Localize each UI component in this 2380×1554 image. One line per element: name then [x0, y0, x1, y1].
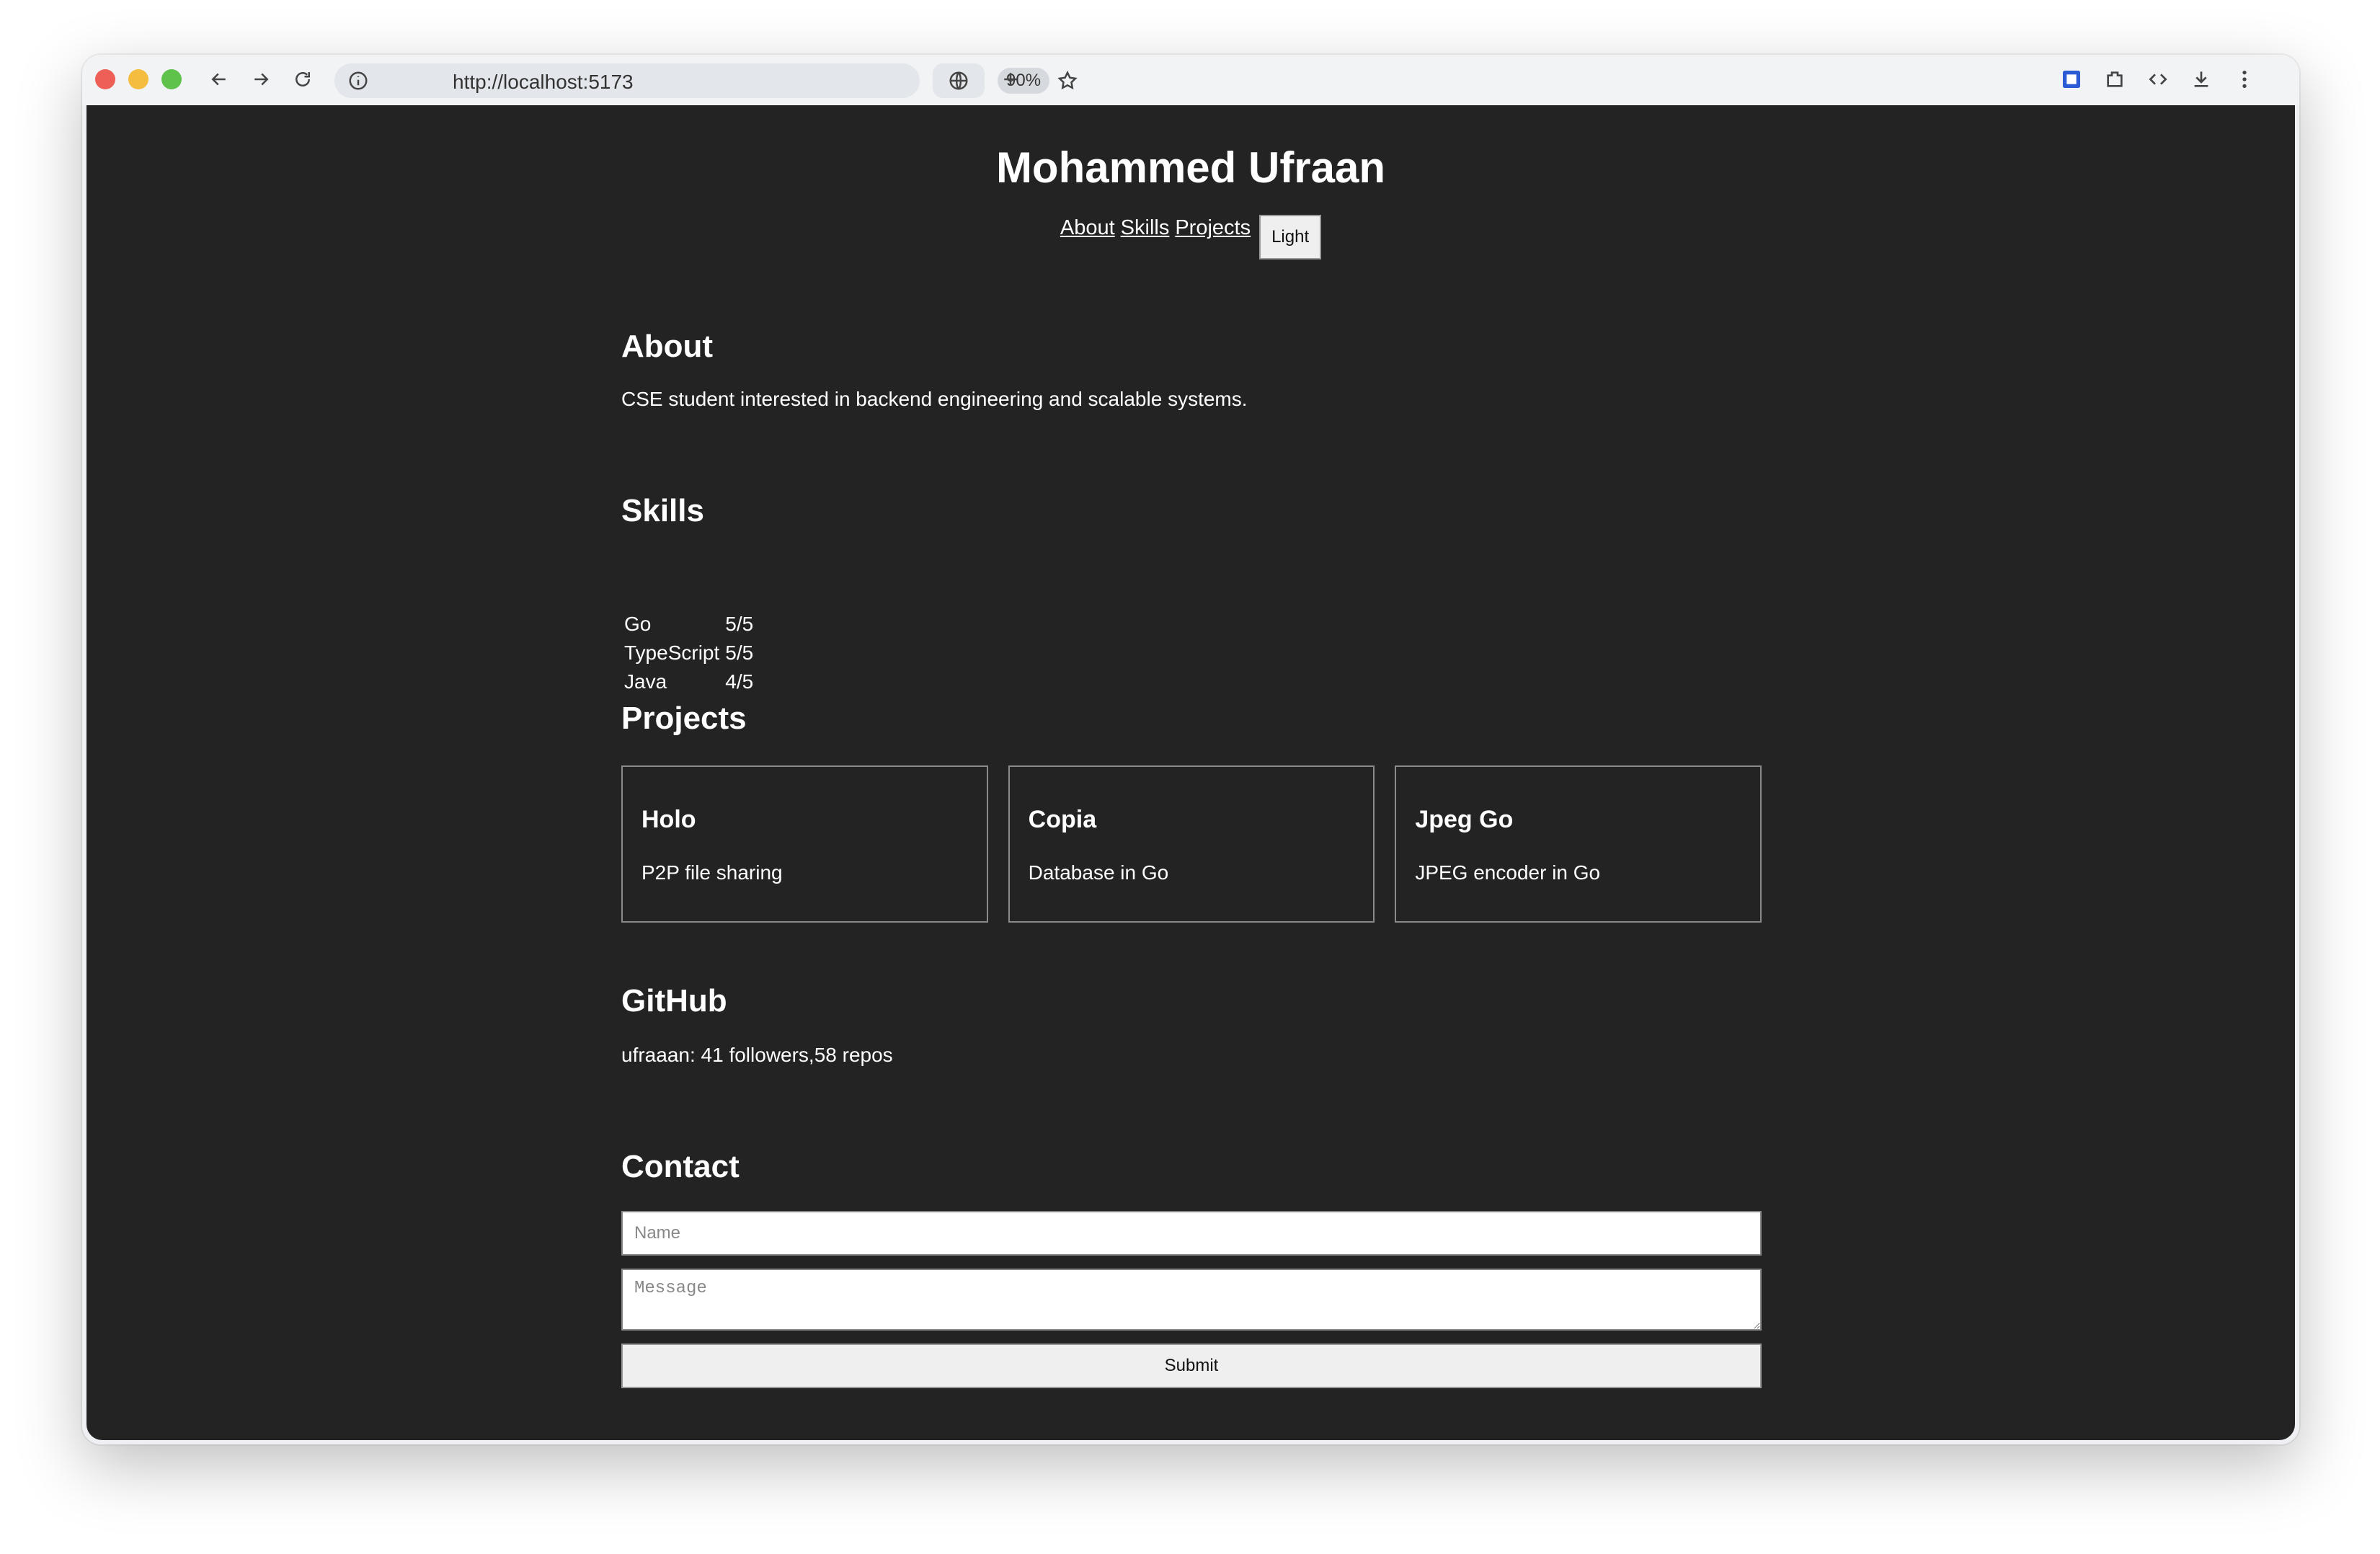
site-title: Mohammed Ufraan	[995, 143, 1386, 192]
github-heading: GitHub	[621, 983, 727, 1018]
devtools-code-icon[interactable]	[2144, 65, 2172, 94]
nav-link-about[interactable]: About	[1060, 216, 1115, 240]
project-card: Holo P2P file sharing	[621, 765, 988, 923]
menu-kebab-icon[interactable]	[2230, 65, 2259, 94]
skill-level: 4/5	[725, 670, 754, 693]
download-icon[interactable]	[2187, 65, 2216, 94]
browser-toolbar: http://localhost:5173 90%	[82, 55, 2299, 105]
skill-level: 5/5	[725, 641, 754, 664]
projects-grid: Holo P2P file sharing Copia Database in …	[621, 765, 1762, 923]
browser-window: http://localhost:5173 90% Mohammed Ufraa…	[82, 55, 2299, 1444]
about-heading: About	[621, 329, 714, 364]
skills-heading: Skills	[621, 493, 704, 528]
table-row: Go 5/5	[621, 610, 756, 639]
projects-heading: Projects	[621, 701, 747, 736]
globe-icon[interactable]	[933, 63, 985, 98]
message-textarea[interactable]	[621, 1269, 1762, 1331]
site-info-icon[interactable]	[347, 70, 369, 92]
project-description: Database in Go	[1028, 861, 1169, 884]
project-title: Copia	[1028, 806, 1097, 833]
table-row: Java 4/5	[621, 667, 756, 696]
reload-icon[interactable]	[288, 65, 317, 94]
forward-icon[interactable]	[247, 65, 275, 94]
puzzle-extensions-icon[interactable]	[2100, 65, 2129, 94]
project-title: Holo	[641, 806, 696, 833]
about-text: CSE student interested in backend engine…	[621, 388, 1248, 410]
skill-name: Go	[624, 613, 652, 635]
maximize-window-button[interactable]	[161, 69, 182, 89]
skill-level: 5/5	[725, 613, 754, 635]
nav-link-skills[interactable]: Skills	[1121, 216, 1170, 240]
skill-name: Java	[624, 670, 667, 693]
github-stats: ufraaan: 41 followers,58 repos	[621, 1044, 893, 1066]
project-card: Copia Database in Go	[1008, 765, 1375, 923]
skill-name: TypeScript	[624, 641, 720, 664]
project-description: JPEG encoder in Go	[1415, 861, 1601, 884]
project-title: Jpeg Go	[1415, 806, 1514, 833]
contact-heading: Contact	[621, 1149, 740, 1184]
back-icon[interactable]	[205, 65, 234, 94]
site-nav: About Skills Projects Light	[86, 215, 2295, 259]
name-input[interactable]	[621, 1211, 1762, 1256]
theme-toggle-button[interactable]: Light	[1259, 215, 1322, 259]
address-bar[interactable]: http://localhost:5173 90%	[334, 63, 1078, 98]
table-row: TypeScript 5/5	[621, 639, 756, 667]
nav-link-projects[interactable]: Projects	[1175, 216, 1251, 240]
skills-table: Go 5/5 TypeScript 5/5 Java 4/5	[621, 610, 756, 696]
new-tab-icon[interactable]	[996, 65, 1025, 94]
extension-icon[interactable]	[2057, 65, 2086, 94]
url-text[interactable]: http://localhost:5173	[453, 71, 634, 94]
project-description: P2P file sharing	[641, 861, 783, 884]
minimize-window-button[interactable]	[128, 69, 148, 89]
close-window-button[interactable]	[95, 69, 115, 89]
bookmark-star-icon[interactable]	[1057, 70, 1078, 92]
page-viewport: Mohammed Ufraan About Skills Projects Li…	[86, 105, 2295, 1440]
submit-button[interactable]: Submit	[621, 1344, 1762, 1388]
project-card: Jpeg Go JPEG encoder in Go	[1395, 765, 1762, 923]
